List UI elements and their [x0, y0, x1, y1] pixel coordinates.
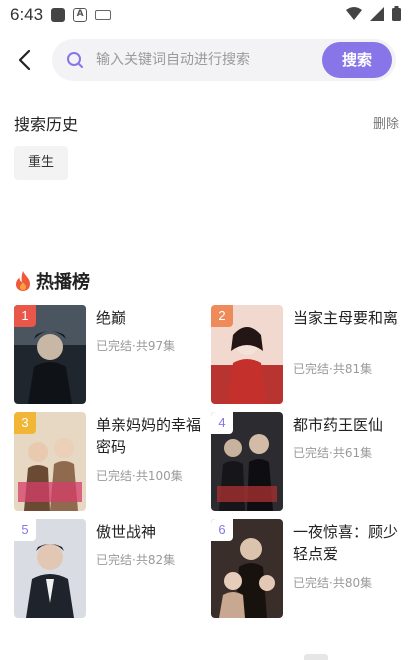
drama-cover: 2: [211, 305, 283, 404]
drama-cover: 5: [14, 519, 86, 618]
wifi-icon: [346, 6, 362, 20]
drama-title: 一夜惊喜：顾少轻点爱: [293, 523, 399, 563]
rank-badge: 3: [14, 412, 36, 434]
status-time: 6:43: [10, 5, 44, 24]
delete-history-button[interactable]: 删除: [373, 113, 399, 132]
hot-item-3[interactable]: 3 单亲妈妈的幸福密码 已完结·共100集: [14, 412, 204, 512]
drama-title: 傲世战神: [96, 523, 157, 541]
drama-meta: 已完结·共82集: [96, 553, 176, 567]
scroll-handle: [304, 654, 328, 660]
rank-badge: 5: [14, 519, 36, 541]
hot-item-1[interactable]: 1 绝巅 已完结·共97集: [14, 305, 204, 405]
notification-icon: [51, 8, 66, 22]
flame-icon: [16, 271, 30, 291]
drama-title: 当家主母要和离: [293, 309, 399, 327]
drama-cover: 4: [211, 412, 283, 511]
search-button[interactable]: 搜索: [322, 42, 392, 78]
search-icon: [67, 52, 83, 68]
history-chip[interactable]: 重生: [14, 146, 69, 180]
search-box: 搜索: [52, 39, 396, 81]
rank-badge: 4: [211, 412, 233, 434]
keyboard-icon: [95, 10, 112, 20]
hot-item-6[interactable]: 6 一夜惊喜：顾少轻点爱 已完结·共80集: [211, 519, 401, 619]
drama-title: 都市药王医仙: [293, 416, 384, 434]
hot-list-title: 热播榜: [14, 268, 90, 294]
rank-badge: 1: [14, 305, 36, 327]
hot-item-5[interactable]: 5 傲世战神 已完结·共82集: [14, 519, 204, 619]
hot-item-4[interactable]: 4 都市药王医仙 已完结·共61集: [211, 412, 401, 512]
drama-cover: 3: [14, 412, 86, 511]
rank-badge: 6: [211, 519, 233, 541]
search-header: 搜索: [0, 36, 413, 84]
signal-icon: [370, 6, 384, 21]
a-icon: A: [73, 8, 88, 22]
hot-list-title-text: 热播榜: [36, 272, 90, 293]
drama-cover: 1: [14, 305, 86, 404]
drama-meta: 已完结·共80集: [293, 576, 373, 590]
drama-meta: 已完结·共81集: [293, 362, 373, 376]
drama-meta: 已完结·共100集: [96, 469, 183, 483]
search-history-title: 搜索历史: [14, 115, 79, 134]
drama-meta: 已完结·共97集: [96, 339, 176, 353]
back-arrow-icon[interactable]: [14, 48, 38, 72]
drama-cover: 6: [211, 519, 283, 618]
rank-badge: 2: [211, 305, 233, 327]
drama-title: 单亲妈妈的幸福密码: [96, 416, 202, 456]
status-bar: 6:43 A: [0, 0, 413, 30]
battery-icon: [392, 6, 401, 21]
search-input[interactable]: [96, 47, 306, 73]
hot-item-2[interactable]: 2 当家主母要和离 已完结·共81集: [211, 305, 401, 405]
drama-meta: 已完结·共61集: [293, 446, 373, 460]
drama-title: 绝巅: [96, 309, 127, 327]
